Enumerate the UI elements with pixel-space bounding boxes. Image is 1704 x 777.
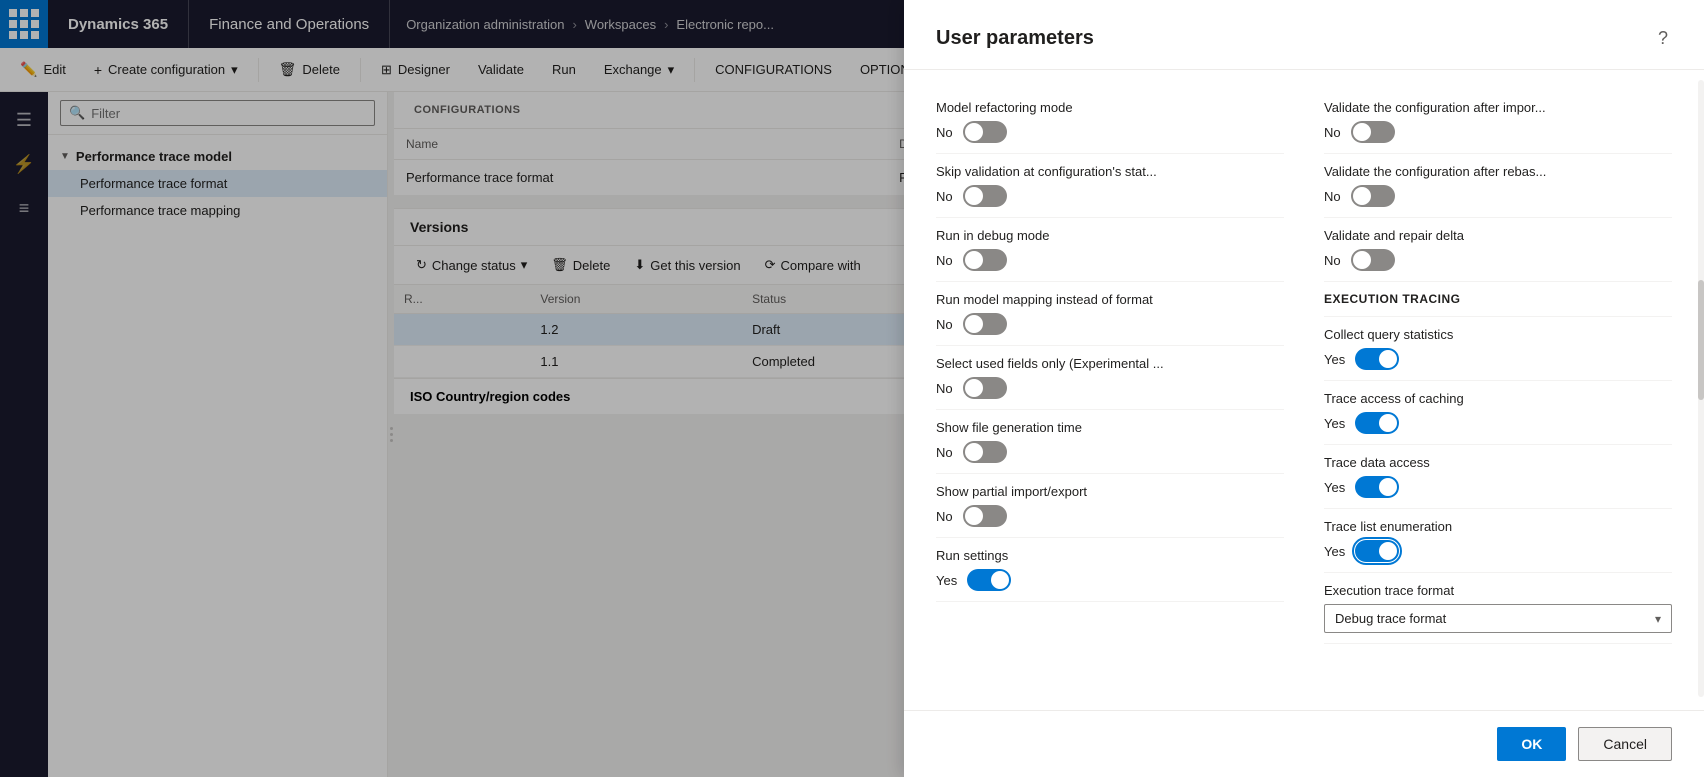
param-value-text: No <box>936 381 953 396</box>
dropdown-value: Debug trace format <box>1335 611 1446 626</box>
chevron-down-icon: ▾ <box>1655 612 1661 626</box>
panel-body: Model refactoring mode No Skip validatio… <box>904 70 1704 710</box>
param-value-text: No <box>1324 125 1341 140</box>
param-model-refactoring: Model refactoring mode No <box>936 90 1284 154</box>
param-validate-repair-delta: Validate and repair delta No <box>1324 218 1672 282</box>
left-params-column: Model refactoring mode No Skip validatio… <box>936 90 1284 644</box>
panel-header: User parameters ? <box>904 0 1704 70</box>
toggle-model-refactoring[interactable] <box>963 121 1007 143</box>
param-show-file-gen: Show file generation time No <box>936 410 1284 474</box>
param-label-collect-query: Collect query statistics <box>1324 327 1672 342</box>
param-label-validate-repair-delta: Validate and repair delta <box>1324 228 1672 243</box>
param-label-select-used-fields: Select used fields only (Experimental ..… <box>936 356 1284 371</box>
toggle-select-used-fields[interactable] <box>963 377 1007 399</box>
toggle-trace-caching[interactable] <box>1355 412 1399 434</box>
toggle-run-settings[interactable] <box>967 569 1011 591</box>
param-label-trace-caching: Trace access of caching <box>1324 391 1672 406</box>
toggle-run-debug[interactable] <box>963 249 1007 271</box>
ok-button[interactable]: OK <box>1497 727 1566 761</box>
param-label-show-partial: Show partial import/export <box>936 484 1284 499</box>
param-value-text: No <box>936 509 953 524</box>
param-label-exec-trace-format: Execution trace format <box>1324 583 1672 598</box>
param-label-skip-validation: Skip validation at configuration's stat.… <box>936 164 1284 179</box>
param-value-text: Yes <box>1324 352 1345 367</box>
param-validate-after-import: Validate the configuration after impor..… <box>1324 90 1672 154</box>
param-label-run-debug: Run in debug mode <box>936 228 1284 243</box>
toggle-skip-validation[interactable] <box>963 185 1007 207</box>
param-value-text: Yes <box>936 573 957 588</box>
toggle-show-partial[interactable] <box>963 505 1007 527</box>
panel-scrollbar[interactable] <box>1698 80 1704 697</box>
param-label-model-refactoring: Model refactoring mode <box>936 100 1284 115</box>
param-label-run-settings: Run settings <box>936 548 1284 563</box>
section-header-execution-tracing: EXECUTION TRACING <box>1324 292 1672 306</box>
exec-trace-format-dropdown[interactable]: Debug trace format ▾ <box>1324 604 1672 633</box>
param-value-text: No <box>936 445 953 460</box>
param-value-text: Yes <box>1324 480 1345 495</box>
toggle-trace-list[interactable] <box>1355 540 1399 562</box>
toggle-validate-after-rebase[interactable] <box>1351 185 1395 207</box>
param-trace-list: Trace list enumeration Yes <box>1324 509 1672 573</box>
param-trace-data: Trace data access Yes <box>1324 445 1672 509</box>
param-show-partial: Show partial import/export No <box>936 474 1284 538</box>
param-value-text: No <box>936 317 953 332</box>
panel-title: User parameters <box>936 27 1094 50</box>
param-value-text: No <box>1324 253 1341 268</box>
cancel-button[interactable]: Cancel <box>1578 727 1672 761</box>
param-label-validate-after-rebase: Validate the configuration after rebas..… <box>1324 164 1672 179</box>
param-label-validate-after-import: Validate the configuration after impor..… <box>1324 100 1672 115</box>
param-value-text: Yes <box>1324 416 1345 431</box>
panel-close-button[interactable]: ? <box>1654 24 1672 53</box>
param-label-trace-data: Trace data access <box>1324 455 1672 470</box>
param-run-model-mapping: Run model mapping instead of format No <box>936 282 1284 346</box>
user-params-panel: User parameters ? Model refactoring mode… <box>904 0 1704 777</box>
toggle-collect-query[interactable] <box>1355 348 1399 370</box>
param-exec-trace-format: Execution trace format Debug trace forma… <box>1324 573 1672 644</box>
panel-scrollbar-thumb <box>1698 280 1704 400</box>
param-collect-query: Collect query statistics Yes <box>1324 317 1672 381</box>
param-label-show-file-gen: Show file generation time <box>936 420 1284 435</box>
param-select-used-fields: Select used fields only (Experimental ..… <box>936 346 1284 410</box>
param-run-settings: Run settings Yes <box>936 538 1284 602</box>
toggle-trace-data[interactable] <box>1355 476 1399 498</box>
param-trace-caching: Trace access of caching Yes <box>1324 381 1672 445</box>
param-validate-after-rebase: Validate the configuration after rebas..… <box>1324 154 1672 218</box>
param-value-text: No <box>936 189 953 204</box>
param-value-text: Yes <box>1324 544 1345 559</box>
param-skip-validation: Skip validation at configuration's stat.… <box>936 154 1284 218</box>
toggle-validate-repair-delta[interactable] <box>1351 249 1395 271</box>
param-value-text: No <box>936 253 953 268</box>
param-run-debug: Run in debug mode No <box>936 218 1284 282</box>
param-label-trace-list: Trace list enumeration <box>1324 519 1672 534</box>
toggle-validate-after-import[interactable] <box>1351 121 1395 143</box>
panel-footer: OK Cancel <box>904 710 1704 777</box>
param-value-text: No <box>936 125 953 140</box>
toggle-run-model-mapping[interactable] <box>963 313 1007 335</box>
execution-tracing-section: EXECUTION TRACING <box>1324 282 1672 317</box>
param-label-run-model-mapping: Run model mapping instead of format <box>936 292 1284 307</box>
right-params-column: Validate the configuration after impor..… <box>1324 90 1672 644</box>
param-value-text: No <box>1324 189 1341 204</box>
toggle-show-file-gen[interactable] <box>963 441 1007 463</box>
